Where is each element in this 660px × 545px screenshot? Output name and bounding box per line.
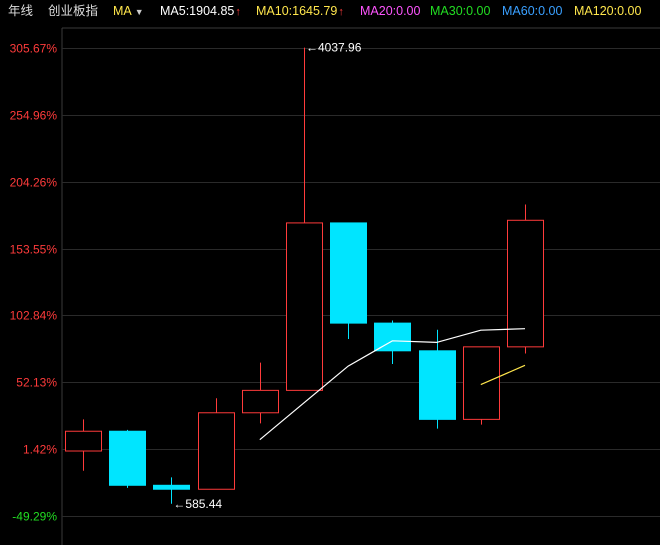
chart-window: 305.67% 254.96% 204.26% 153.55% 102.84% 52.13…	[0, 0, 660, 545]
candle-body	[109, 430, 146, 486]
up-arrow-icon: ↑	[235, 6, 241, 18]
candle-body	[286, 222, 323, 391]
y-tick-label: 153.55%	[10, 243, 58, 257]
period-selector[interactable]: 年线	[8, 0, 33, 22]
ma-item: MA20:0.00	[360, 0, 420, 22]
y-tick-label: 52.13%	[16, 376, 57, 390]
ma-value: MA60:0.00	[502, 4, 563, 18]
dropdown-icon: ▼	[134, 7, 144, 17]
candle-body	[330, 222, 367, 324]
candle-body	[463, 346, 500, 420]
ma-item: MA120:0.00	[574, 0, 641, 22]
ma-item: MA10:1645.79↑	[256, 0, 344, 23]
chart-header: 年线 创业板指 MA ▼ MA5:1904.85↑ MA10:1645.79↑ MA2…	[0, 0, 660, 22]
candle-body	[242, 389, 279, 414]
candle-body	[507, 219, 544, 348]
ma-value: MA5:1904.85	[160, 4, 235, 18]
candle-body	[419, 350, 456, 420]
y-tick-label: -49.29%	[12, 510, 57, 524]
y-tick-label: 102.84%	[10, 309, 58, 323]
price-annotation: ←4037.96	[306, 41, 362, 55]
y-tick-label: 1.42%	[23, 443, 57, 457]
price-annotation: ←585.44	[173, 497, 222, 511]
candle-body	[374, 322, 411, 352]
ma-value: MA10:1645.79	[256, 4, 338, 18]
candle-body	[65, 430, 102, 452]
y-tick-label: 204.26%	[10, 176, 58, 190]
y-tick-label: 254.96%	[10, 109, 58, 123]
up-arrow-icon: ↑	[338, 6, 344, 18]
indicator-selector[interactable]: MA ▼	[113, 0, 144, 23]
ma-item: MA60:0.00	[502, 0, 562, 22]
ma-item: MA30:0.00	[430, 0, 490, 22]
y-tick-label: 305.67%	[10, 42, 58, 56]
ma-value: MA120:0.00	[574, 4, 642, 18]
ma-value: MA20:0.00	[360, 4, 421, 18]
ma-value: MA30:0.00	[430, 4, 491, 18]
candle-body	[153, 484, 190, 490]
kline-chart[interactable]: 305.67% 254.96% 204.26% 153.55% 102.84% 52.13…	[0, 0, 660, 545]
candle-body	[198, 412, 235, 490]
index-name: 创业板指	[48, 4, 99, 18]
ma-item: MA5:1904.85↑	[160, 0, 241, 23]
indicator-label: MA	[113, 4, 132, 18]
